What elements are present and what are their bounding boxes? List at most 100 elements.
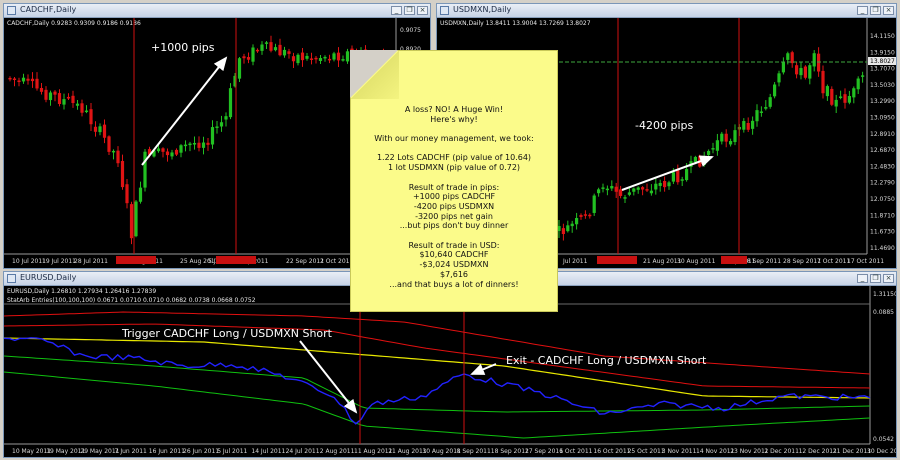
- candle-body: [62, 99, 66, 105]
- candle-body: [641, 187, 645, 190]
- date-label: 6 Oct 2011: [559, 448, 592, 455]
- candle-body: [309, 58, 314, 60]
- candle-body: [746, 122, 750, 130]
- candle-body: [632, 188, 636, 192]
- note-fold-shade: [351, 51, 399, 99]
- date-label: 16 Jun 2011: [149, 448, 185, 455]
- date-label: 28 Sep 2011: [783, 258, 821, 265]
- candle-body: [305, 55, 309, 59]
- candle-body: [327, 58, 332, 61]
- date-label: 14 Nov 2011: [696, 448, 735, 455]
- candle-body: [336, 52, 341, 61]
- candle-body: [219, 122, 224, 127]
- candle-body: [192, 142, 197, 145]
- candle-body: [278, 44, 282, 56]
- candle-body: [345, 51, 350, 62]
- price-label: 11.4690: [870, 245, 895, 252]
- candle-body: [799, 68, 803, 76]
- candle-body: [808, 65, 812, 79]
- candle-body: [98, 126, 102, 133]
- note-line: [359, 124, 549, 134]
- minimize-icon[interactable]: _: [391, 6, 402, 15]
- candle-body: [57, 93, 62, 105]
- lower-band-green-outer: [4, 371, 871, 439]
- date-label: 2 Dec 2011: [764, 448, 799, 455]
- date-highlight: [721, 256, 747, 264]
- candle-body: [30, 78, 35, 82]
- candle-body: [188, 143, 192, 146]
- price-label: 11.8710: [870, 212, 895, 219]
- candle-body: [777, 73, 781, 83]
- candle-body: [129, 204, 134, 239]
- candle-body: [575, 218, 579, 225]
- candle-body: [781, 62, 785, 73]
- date-label: 18 Sep 2011: [491, 448, 529, 455]
- candle-body: [623, 197, 627, 199]
- candle-body: [636, 187, 640, 190]
- minimize-icon[interactable]: _: [857, 274, 868, 283]
- candle-body: [707, 150, 711, 155]
- restore-icon[interactable]: ❐: [870, 274, 881, 283]
- candle-body: [861, 75, 865, 77]
- price-label: 13.9150: [870, 49, 895, 56]
- price-label: 0.0885: [873, 309, 894, 316]
- note-line: ...and that buys a lot of dinners!: [389, 279, 519, 289]
- candle-body: [255, 49, 260, 52]
- minimize-icon[interactable]: _: [857, 6, 868, 15]
- candle-body: [296, 54, 300, 64]
- window-title: CADCHF,Daily: [20, 5, 77, 14]
- date-label: 27 Sep 2011: [525, 448, 563, 455]
- candle-body: [676, 169, 680, 183]
- candle-body: [825, 86, 829, 97]
- candle-body: [323, 56, 327, 59]
- note-line: +1000 pips CADCHF: [412, 192, 496, 202]
- date-label: 23 Nov 2011: [730, 448, 769, 455]
- candle-body: [125, 184, 129, 204]
- restore-icon[interactable]: ❐: [404, 6, 415, 15]
- candle-body: [48, 92, 53, 101]
- candle-body: [282, 49, 287, 56]
- candle-body: [724, 133, 728, 142]
- candle-body: [847, 95, 851, 103]
- current-price-label: 13.8027: [870, 58, 895, 65]
- candle-body: [102, 124, 107, 138]
- candle-body: [729, 141, 733, 145]
- note-line: Result of trade in USD:: [408, 240, 500, 250]
- close-icon[interactable]: ×: [883, 274, 894, 283]
- sticky-note: A loss? NO! A Huge Win! Here's why! With o…: [350, 50, 558, 312]
- candle-body: [71, 95, 75, 104]
- note-line: ...but pips don't buy dinner: [399, 221, 509, 231]
- candle-body: [588, 214, 592, 217]
- date-label: 2 Aug 2011: [320, 448, 355, 455]
- candle-body: [654, 183, 658, 190]
- candle-body: [786, 53, 790, 60]
- exit-arrow: [470, 363, 497, 375]
- note-line: Here's why!: [430, 114, 478, 124]
- price-label: 0.9075: [400, 27, 421, 34]
- close-icon[interactable]: ×: [417, 6, 428, 15]
- restore-icon[interactable]: ❐: [870, 6, 881, 15]
- candle-body: [116, 150, 120, 164]
- candle-body: [26, 78, 30, 81]
- candle-body: [107, 136, 111, 152]
- candle-body: [834, 99, 838, 107]
- cadchf-titlebar[interactable]: CADCHF,Daily _ ❐ ×: [4, 4, 430, 18]
- candle-body: [579, 215, 583, 217]
- candle-body: [597, 189, 601, 194]
- candle-body: [830, 88, 834, 105]
- candle-body: [663, 180, 667, 188]
- note-line: -$3,024 USDMXN: [419, 260, 489, 270]
- close-icon[interactable]: ×: [883, 6, 894, 15]
- date-label: 7 Jun 2011: [115, 448, 147, 455]
- candle-body: [768, 97, 772, 107]
- candle-body: [711, 148, 715, 150]
- usdmxn-titlebar[interactable]: USDMXN,Daily _ ❐ ×: [437, 4, 896, 18]
- date-label: 5 Jul 2011: [217, 448, 247, 455]
- window-icon: [440, 6, 449, 15]
- candle-body: [246, 57, 251, 60]
- candle-body: [197, 142, 201, 148]
- candle-body: [685, 169, 689, 181]
- price-label: 0.0542: [873, 436, 894, 443]
- price-label: 12.6870: [870, 147, 895, 154]
- date-highlight: [597, 256, 637, 264]
